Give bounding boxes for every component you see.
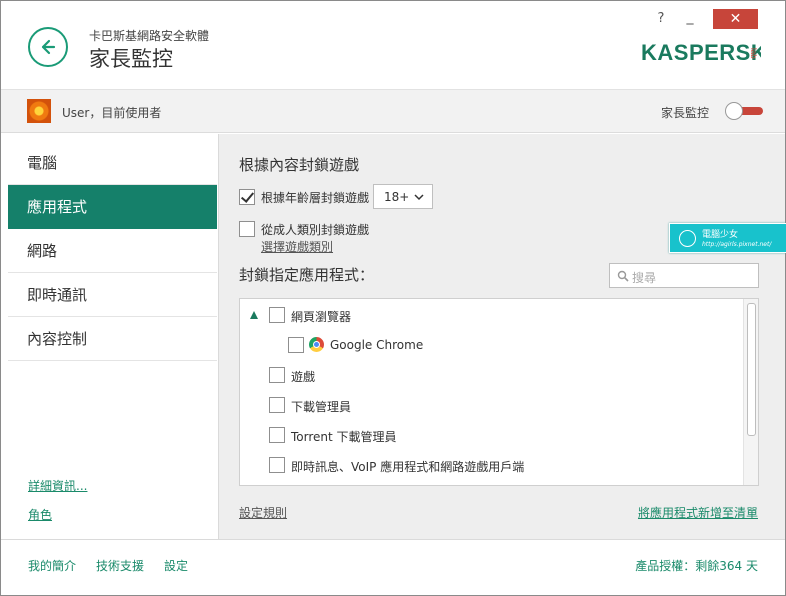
tree-checkbox[interactable] [288, 337, 304, 353]
parental-control-label: 家長監控 [661, 106, 710, 120]
footer: 我的簡介 技術支援 設定 產品授權：剩餘364 天 [1, 539, 785, 587]
svg-text:KASPERSKY: KASPERSKY [641, 40, 761, 64]
block-games-title: 根據內容封鎖遊戲 [239, 156, 360, 174]
app-window: ? _ ✕ 卡巴斯基網路安全軟體 家長監控 KASPERSKY lab User… [0, 0, 786, 596]
age-select-value: 18+ [384, 190, 410, 204]
tree-label: 網頁瀏覽器 [291, 310, 352, 324]
user-bar: User，目前使用者 家長監控 [1, 89, 785, 133]
kaspersky-logo: KASPERSKY lab [641, 38, 782, 67]
current-user-label: User，目前使用者 [62, 106, 162, 120]
adult-block-label: 從成人類別封鎖遊戲 [261, 223, 370, 237]
tree-label: 即時訊息、VoIP 應用程式和網路遊戲用戶端 [291, 460, 525, 474]
sidebar-item-internet[interactable]: 網路 [8, 229, 217, 273]
tree-label: 遊戲 [291, 370, 316, 384]
parental-control-toggle[interactable] [725, 102, 763, 122]
tree-checkbox[interactable] [269, 427, 285, 443]
sidebar-item-messaging[interactable]: 即時通訊 [8, 273, 217, 317]
expand-triangle-icon[interactable] [250, 311, 258, 319]
block-apps-title: 封鎖指定應用程式： [239, 266, 375, 284]
sidebar-item-content-control[interactable]: 內容控制 [8, 317, 217, 361]
app-name: 卡巴斯基網路安全軟體 [89, 29, 210, 43]
sidebar-links: 詳細資訊... 角色 [28, 477, 87, 535]
app-tree: 網頁瀏覽器 Google Chrome 遊戲 下載管理員 Torrent 下載管… [239, 298, 759, 486]
tree-row[interactable]: 下載管理員 [240, 390, 740, 420]
tree-row[interactable]: Torrent 下載管理員 [240, 420, 740, 450]
sidebar-item-applications[interactable]: 應用程式 [8, 185, 217, 229]
age-block-checkbox[interactable] [239, 189, 255, 205]
minimize-button[interactable]: _ [677, 9, 703, 29]
chevron-down-icon [414, 194, 424, 201]
support-link[interactable]: 技術支援 [96, 557, 144, 574]
details-link[interactable]: 詳細資訊... [28, 477, 87, 494]
adult-block-checkbox[interactable] [239, 221, 255, 237]
tree-label: Torrent 下載管理員 [291, 430, 397, 444]
age-block-label: 根據年齡層封鎖遊戲 [261, 191, 370, 205]
tree-checkbox[interactable] [269, 367, 285, 383]
back-button[interactable] [28, 27, 68, 67]
search-placeholder: 搜尋 [632, 271, 657, 285]
tree-label: 下載管理員 [291, 400, 352, 414]
chrome-icon [309, 337, 324, 352]
close-button[interactable]: ✕ [713, 9, 758, 29]
toggle-knob [725, 102, 743, 120]
face-icon [679, 230, 696, 247]
tree-label: Google Chrome [330, 338, 424, 352]
search-input[interactable]: 搜尋 [609, 263, 759, 288]
main-panel: 根據內容封鎖遊戲 根據年齡層封鎖遊戲 18+ 從成人類別封鎖遊戲 選擇遊戲類別 … [218, 134, 785, 539]
help-button[interactable]: ? [651, 9, 671, 29]
settings-link[interactable]: 設定 [164, 557, 188, 574]
role-link[interactable]: 角色 [28, 506, 87, 523]
scroll-thumb[interactable] [747, 303, 756, 436]
watermark-title: 電腦少女 [702, 230, 739, 240]
choose-category-link[interactable]: 選擇遊戲類別 [261, 238, 333, 255]
age-select[interactable]: 18+ [373, 184, 433, 209]
tree-row[interactable]: 即時訊息、VoIP 應用程式和網路遊戲用戶端 [240, 450, 740, 480]
tree-checkbox[interactable] [269, 457, 285, 473]
avatar [27, 99, 51, 123]
tree-checkbox[interactable] [269, 307, 285, 323]
sidebar-item-computer[interactable]: 電腦 [8, 141, 217, 185]
tree-row[interactable]: Google Chrome [240, 330, 740, 360]
set-rules-link[interactable]: 設定規則 [239, 504, 287, 521]
tree-scrollbar[interactable] [743, 299, 758, 485]
watermark-url: http://agirls.pixnet.net/ [702, 241, 772, 248]
back-arrow-icon [41, 39, 56, 55]
search-icon [617, 270, 629, 282]
watermark-badge: 電腦少女 http://agirls.pixnet.net/ [669, 223, 786, 253]
add-app-link[interactable]: 將應用程式新增至清單 [638, 504, 758, 521]
tree-checkbox[interactable] [269, 397, 285, 413]
tree-row[interactable]: 網頁瀏覽器 [240, 300, 740, 330]
tree-row[interactable]: 遊戲 [240, 360, 740, 390]
page-title: 家長監控 [89, 47, 173, 71]
my-profile-link[interactable]: 我的簡介 [28, 557, 76, 574]
sidebar: 電腦 應用程式 網路 即時通訊 內容控制 [1, 141, 217, 361]
svg-text:lab: lab [749, 48, 758, 59]
license-link[interactable]: 產品授權：剩餘364 天 [635, 557, 758, 574]
